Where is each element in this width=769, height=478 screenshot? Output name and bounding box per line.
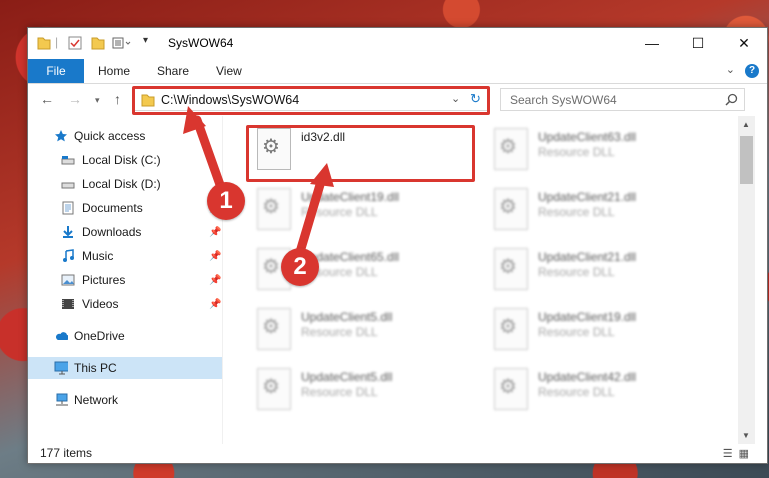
callout-badge: 2	[281, 248, 319, 286]
callout-arrows	[183, 106, 334, 257]
callout-badge: 1	[207, 182, 245, 220]
